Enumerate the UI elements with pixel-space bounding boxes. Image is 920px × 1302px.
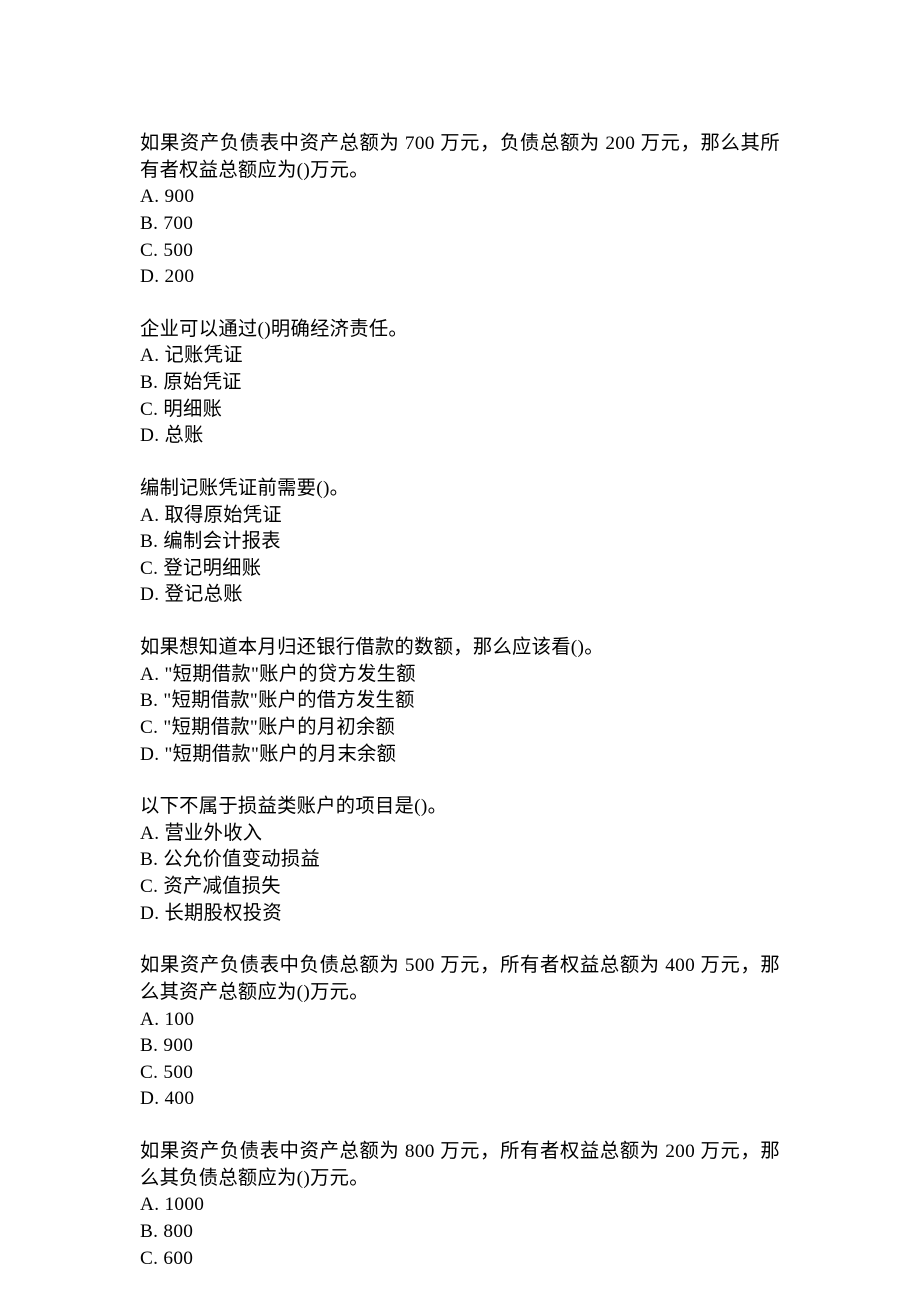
option-b: B. 800: [140, 1219, 780, 1246]
option-b: B. 原始凭证: [140, 370, 780, 397]
option-b: B. "短期借款"账户的借方发生额: [140, 688, 780, 715]
option-a: A. 营业外收入: [140, 821, 780, 848]
question-3: 编制记账凭证前需要()。 A. 取得原始凭证 B. 编制会计报表 C. 登记明细…: [140, 476, 780, 609]
option-c: C. 500: [140, 1060, 780, 1087]
question-4: 如果想知道本月归还银行借款的数额，那么应该看()。 A. "短期借款"账户的贷方…: [140, 635, 780, 768]
question-stem: 编制记账凭证前需要()。: [140, 476, 780, 503]
question-1: 如果资产负债表中资产总额为 700 万元，负债总额为 200 万元，那么其所有者…: [140, 131, 780, 291]
option-d: D. "短期借款"账户的月末余额: [140, 742, 780, 769]
option-c: C. 登记明细账: [140, 556, 780, 583]
option-d: D. 登记总账: [140, 582, 780, 609]
question-stem: 以下不属于损益类账户的项目是()。: [140, 794, 780, 821]
option-d: D. 200: [140, 264, 780, 291]
option-a: A. 900: [140, 184, 780, 211]
option-d: D. 400: [140, 1086, 780, 1113]
option-d: D. 总账: [140, 423, 780, 450]
option-c: C. 500: [140, 238, 780, 265]
question-stem: 如果资产负债表中资产总额为 800 万元，所有者权益总额为 200 万元，那么其…: [140, 1139, 780, 1192]
question-stem: 如果想知道本月归还银行借款的数额，那么应该看()。: [140, 635, 780, 662]
option-b: B. 编制会计报表: [140, 529, 780, 556]
option-b: B. 公允价值变动损益: [140, 847, 780, 874]
option-c: C. 明细账: [140, 397, 780, 424]
question-5: 以下不属于损益类账户的项目是()。 A. 营业外收入 B. 公允价值变动损益 C…: [140, 794, 780, 927]
option-a: A. 1000: [140, 1192, 780, 1219]
option-a: A. 取得原始凭证: [140, 503, 780, 530]
option-a: A. 记账凭证: [140, 343, 780, 370]
option-d: D. 长期股权投资: [140, 901, 780, 928]
option-b: B. 700: [140, 211, 780, 238]
question-2: 企业可以通过()明确经济责任。 A. 记账凭证 B. 原始凭证 C. 明细账 D…: [140, 317, 780, 450]
option-a: A. 100: [140, 1007, 780, 1034]
question-stem: 如果资产负债表中负债总额为 500 万元，所有者权益总额为 400 万元，那么其…: [140, 953, 780, 1006]
option-c: C. "短期借款"账户的月初余额: [140, 715, 780, 742]
option-a: A. "短期借款"账户的贷方发生额: [140, 662, 780, 689]
question-stem: 企业可以通过()明确经济责任。: [140, 317, 780, 344]
question-7: 如果资产负债表中资产总额为 800 万元，所有者权益总额为 200 万元，那么其…: [140, 1139, 780, 1272]
document-page: 如果资产负债表中资产总额为 700 万元，负债总额为 200 万元，那么其所有者…: [0, 0, 920, 1302]
option-b: B. 900: [140, 1033, 780, 1060]
option-c: C. 600: [140, 1246, 780, 1273]
question-6: 如果资产负债表中负债总额为 500 万元，所有者权益总额为 400 万元，那么其…: [140, 953, 780, 1113]
option-c: C. 资产减值损失: [140, 874, 780, 901]
question-stem: 如果资产负债表中资产总额为 700 万元，负债总额为 200 万元，那么其所有者…: [140, 131, 780, 184]
